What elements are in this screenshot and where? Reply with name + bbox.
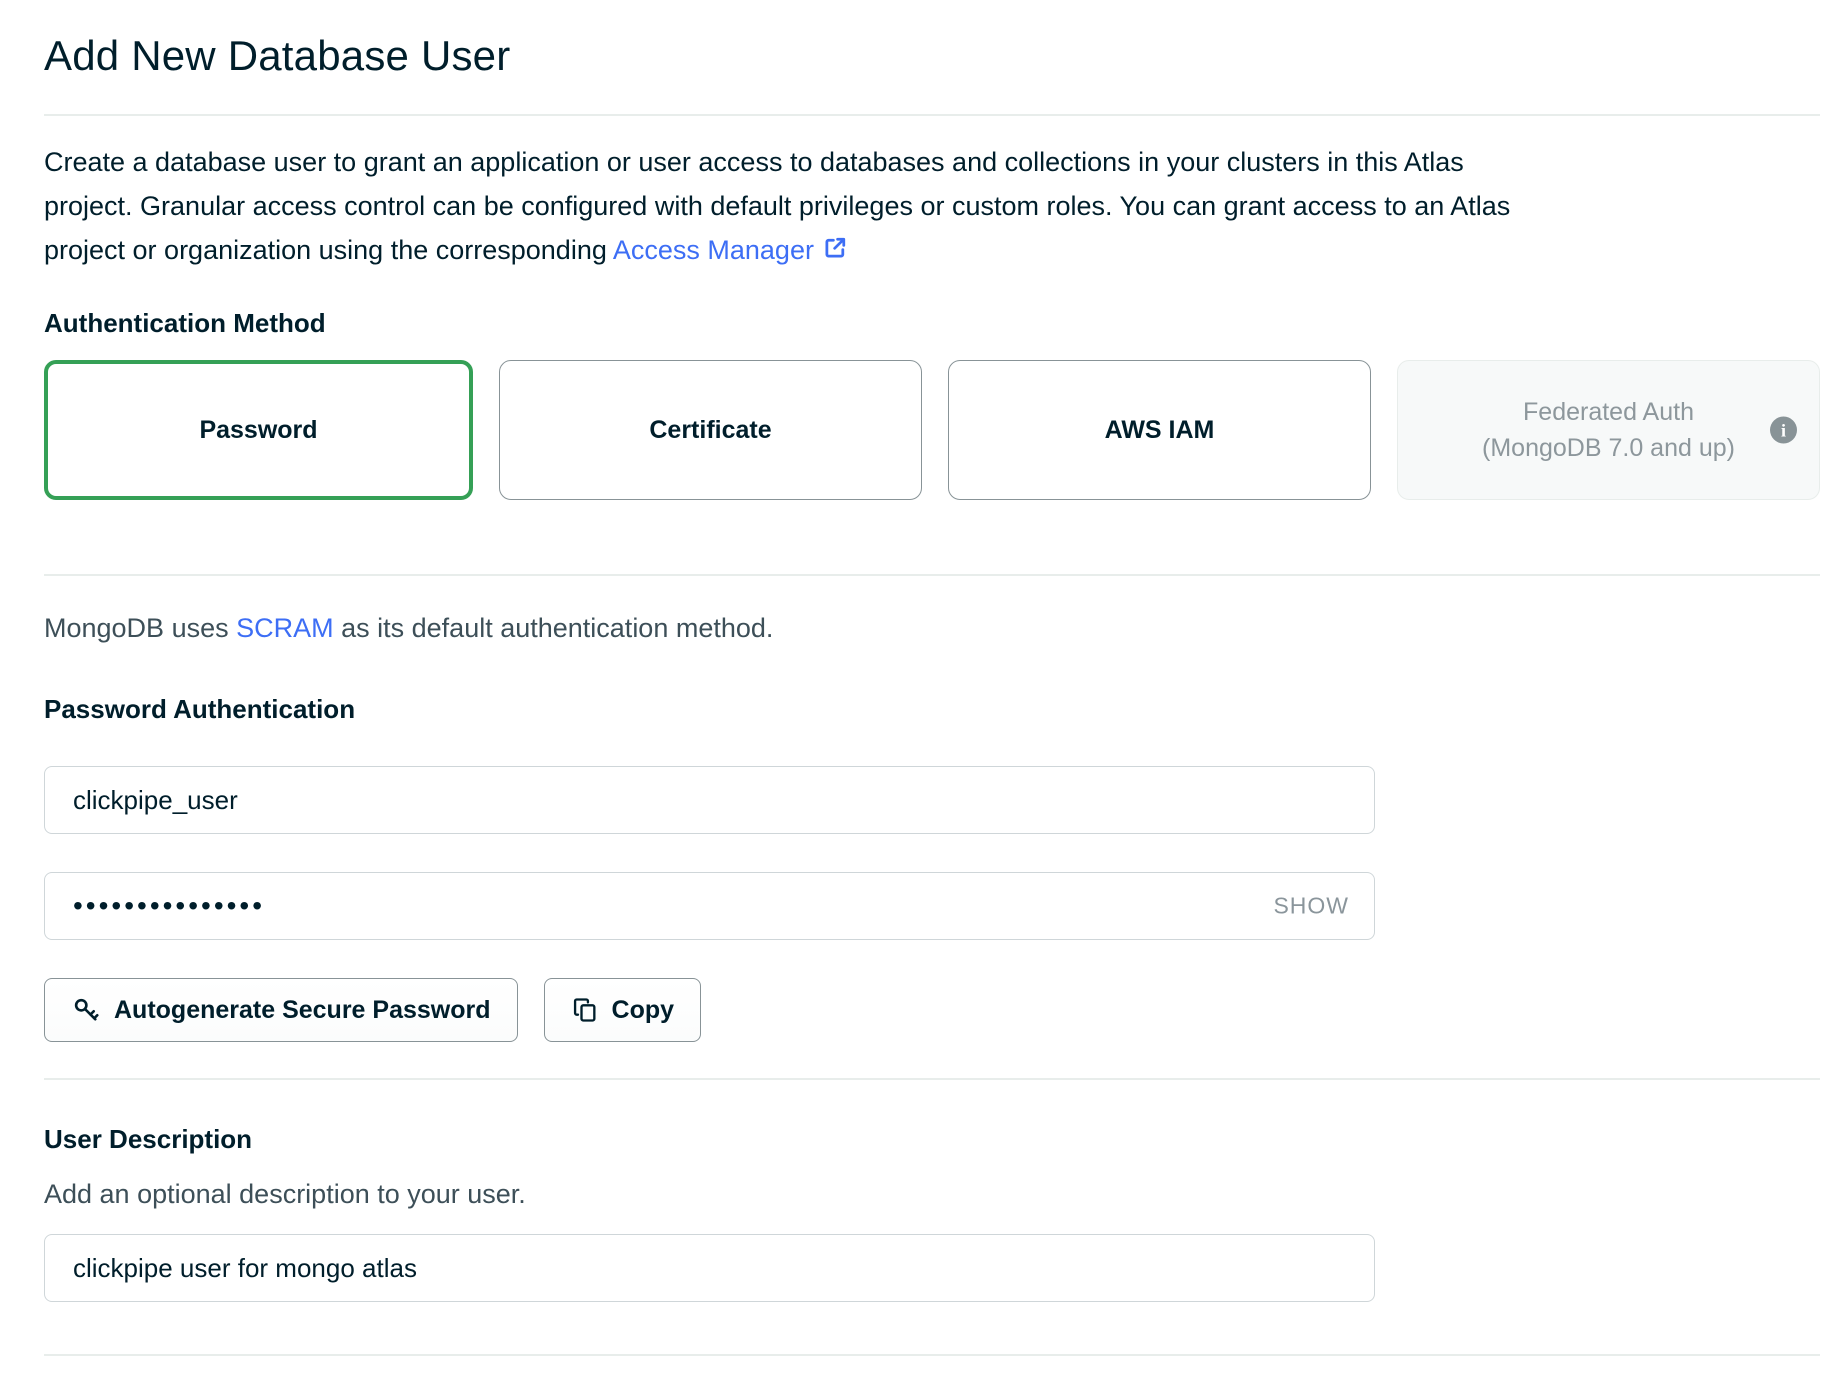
user-description-heading: User Description [44,1122,1820,1156]
autogenerate-password-label: Autogenerate Secure Password [114,996,491,1025]
password-actions: Autogenerate Secure Password Copy [44,978,1820,1042]
auth-option-certificate-label: Certificate [649,416,771,445]
intro-paragraph: Create a database user to grant an appli… [44,140,1820,272]
auth-option-certificate[interactable]: Certificate [499,360,922,500]
scram-note: MongoDB uses SCRAM as its default authen… [44,610,1820,646]
password-auth-heading: Password Authentication [44,692,1820,726]
intro-line-3-text: project or organization using the corres… [44,235,613,265]
autogenerate-password-button[interactable]: Autogenerate Secure Password [44,978,518,1042]
password-field-wrapper: SHOW [44,872,1375,940]
scram-link[interactable]: SCRAM [236,613,334,643]
title-divider [44,114,1820,116]
intro-line-3: project or organization using the corres… [44,228,1820,272]
auth-method-options: Password Certificate AWS IAM Federated A… [44,360,1820,500]
user-description-input[interactable] [44,1234,1375,1302]
auth-option-federated-auth: Federated Auth (MongoDB 7.0 and up) i [1397,360,1820,500]
scram-note-after: as its default authentication method. [334,613,774,643]
copy-button[interactable]: Copy [544,978,702,1042]
access-manager-link[interactable]: Access Manager [613,235,814,265]
add-database-user-form: Add New Database User Create a database … [0,30,1846,1356]
section-divider-auth [44,574,1820,576]
user-description-subtext: Add an optional description to your user… [44,1176,1820,1212]
username-input[interactable] [44,766,1375,834]
key-icon [71,995,101,1025]
auth-option-password[interactable]: Password [44,360,473,500]
auth-option-federated-auth-sublabel: (MongoDB 7.0 and up) [1482,430,1735,466]
scram-note-before: MongoDB uses [44,613,236,643]
copy-icon [571,996,599,1024]
external-link-icon [822,235,848,261]
auth-option-password-label: Password [199,416,317,445]
copy-label: Copy [612,996,675,1025]
section-divider-description [44,1078,1820,1080]
intro-line-1: Create a database user to grant an appli… [44,140,1820,184]
info-icon[interactable]: i [1770,417,1797,444]
show-password-button[interactable]: SHOW [1273,893,1349,920]
auth-method-heading: Authentication Method [44,306,1820,340]
intro-line-2: project. Granular access control can be … [44,184,1820,228]
auth-option-aws-iam[interactable]: AWS IAM [948,360,1371,500]
auth-option-aws-iam-label: AWS IAM [1105,416,1215,445]
page-title: Add New Database User [44,30,1820,82]
password-input[interactable] [44,872,1375,940]
auth-option-federated-auth-label: Federated Auth [1523,394,1694,430]
